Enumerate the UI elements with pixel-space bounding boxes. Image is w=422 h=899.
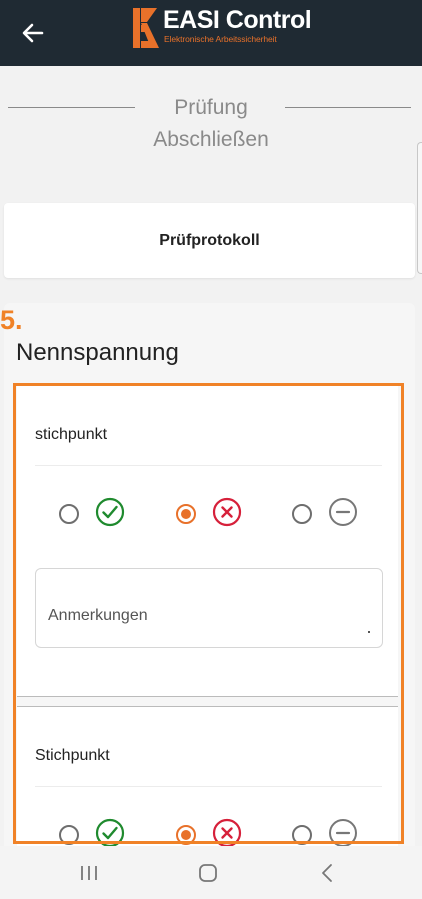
minus-circle-icon	[329, 819, 357, 847]
easi-control-logo: EASI Control Elektronische Arbeitssicher…	[133, 6, 312, 48]
notes-field[interactable]	[35, 568, 383, 648]
protocol-label: Prüfprotokoll	[159, 231, 260, 249]
step-title-line1: Prüfung	[174, 96, 248, 119]
system-navigation-bar	[0, 846, 422, 899]
checkpoint-card: Stichpunkt	[17, 706, 398, 848]
step-title: Prüfung Abschließen	[140, 92, 282, 156]
step-divider-right	[285, 107, 411, 108]
step-number: 5.	[0, 305, 23, 335]
recent-apps-icon[interactable]	[74, 860, 104, 886]
back-button[interactable]	[14, 14, 52, 52]
step-divider-left	[8, 107, 135, 108]
home-icon[interactable]	[193, 860, 223, 886]
radio-fail[interactable]	[176, 825, 196, 845]
divider	[35, 786, 382, 787]
notes-input[interactable]	[48, 607, 348, 625]
radio-not-applicable[interactable]	[292, 504, 312, 524]
resize-handle	[368, 631, 370, 633]
check-circle-icon	[95, 818, 125, 848]
protocol-button[interactable]: Prüfprotokoll	[4, 203, 415, 278]
check-circle-icon	[95, 497, 125, 527]
app-header: EASI Control Elektronische Arbeitssicher…	[0, 0, 422, 66]
minus-circle-icon	[329, 498, 357, 526]
checkpoint-label: Stichpunkt	[35, 747, 110, 764]
scroll-handle[interactable]	[417, 142, 422, 274]
radio-not-applicable[interactable]	[292, 825, 312, 845]
arrow-left-icon	[22, 23, 44, 43]
x-circle-icon	[212, 497, 242, 527]
step-title-line2: Abschließen	[153, 128, 269, 151]
logo-mark-icon	[133, 8, 159, 48]
divider	[35, 465, 382, 466]
radio-pass[interactable]	[59, 825, 79, 845]
logo-subtitle: Elektronische Arbeitssicherheit	[164, 34, 277, 44]
back-icon[interactable]	[312, 860, 342, 886]
checkpoint-label: stichpunkt	[35, 426, 108, 443]
radio-fail[interactable]	[176, 504, 196, 524]
logo-title: EASI Control	[163, 6, 312, 34]
radio-pass[interactable]	[59, 504, 79, 524]
x-circle-icon	[212, 818, 242, 848]
section-title: Nennspannung	[16, 339, 179, 366]
checkpoint-card: stichpunkt	[17, 386, 398, 697]
